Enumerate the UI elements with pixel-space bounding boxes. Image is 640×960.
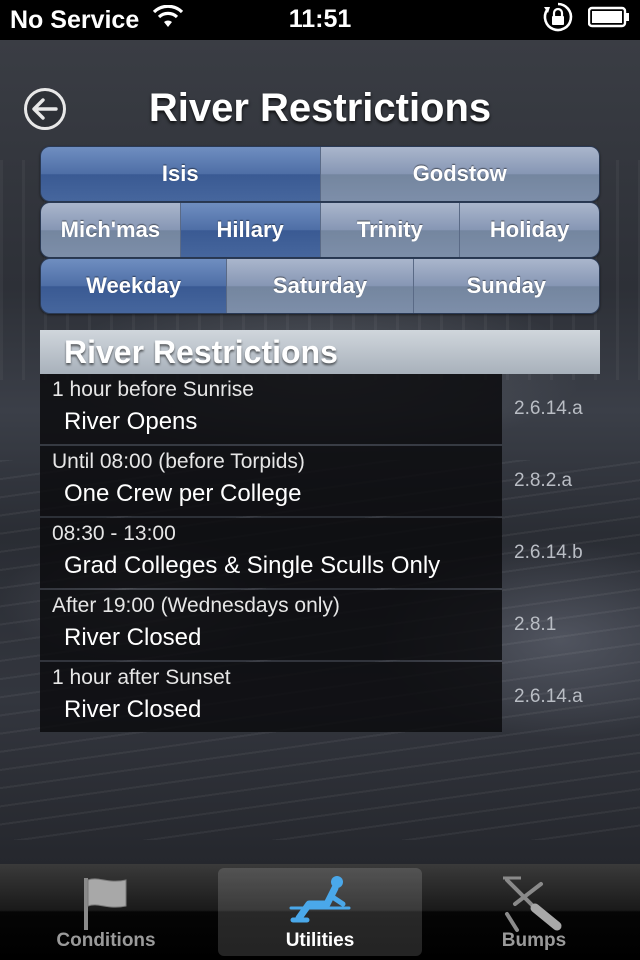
tab-utilities[interactable]: Utilities <box>218 868 422 956</box>
list-item[interactable]: After 19:00 (Wednesdays only) River Clos… <box>40 590 640 662</box>
tab-bar: Conditions Utilities Bumps <box>0 864 640 960</box>
rotation-lock-icon <box>542 1 574 40</box>
term-selector: Mich'mas Hillary Trinity Holiday <box>40 202 600 258</box>
rower-icon <box>287 874 353 935</box>
list-item[interactable]: 08:30 - 13:00 Grad Colleges & Single Scu… <box>40 518 640 590</box>
segment-isis[interactable]: Isis <box>41 147 321 201</box>
list-item[interactable]: 1 hour after Sunset River Closed 2.6.14.… <box>40 662 640 734</box>
restriction-time: 1 hour before Sunrise <box>52 378 254 401</box>
section-title: River Restrictions <box>64 333 338 370</box>
status-bar: No Service 11:51 <box>0 0 640 40</box>
segment-holiday[interactable]: Holiday <box>460 203 599 257</box>
restriction-rule: River Closed <box>64 696 202 723</box>
segment-weekday[interactable]: Weekday <box>41 259 228 313</box>
restriction-rule: River Closed <box>64 624 202 651</box>
restriction-rule: Grad Colleges & Single Sculls Only <box>64 552 441 579</box>
oars-icon <box>501 874 567 939</box>
restriction-time: After 19:00 (Wednesdays only) <box>52 594 340 617</box>
restriction-reference: 2.8.1 <box>514 614 557 635</box>
tab-conditions[interactable]: Conditions <box>4 868 208 956</box>
segment-saturday[interactable]: Saturday <box>227 259 414 313</box>
list-item[interactable]: 1 hour before Sunrise River Opens 2.6.14… <box>40 374 640 446</box>
wifi-icon <box>153 4 184 36</box>
segment-sunday[interactable]: Sunday <box>413 259 599 313</box>
segment-trinity[interactable]: Trinity <box>320 203 461 257</box>
day-selector: Weekday Saturday Sunday <box>40 258 600 314</box>
restriction-reference: 2.8.2.a <box>514 470 573 491</box>
restriction-time: 08:30 - 13:00 <box>52 522 176 545</box>
page-title: River Restrictions <box>148 86 492 130</box>
restriction-reference: 2.6.14.a <box>514 398 583 419</box>
river-selector: Isis Godstow <box>40 146 600 202</box>
restriction-reference: 2.6.14.b <box>514 542 583 563</box>
restrictions-list: 1 hour before Sunrise River Opens 2.6.14… <box>40 374 640 734</box>
restriction-rule: River Opens <box>64 408 198 435</box>
list-item[interactable]: Until 08:00 (before Torpids) One Crew pe… <box>40 446 640 518</box>
tab-bumps[interactable]: Bumps <box>432 868 636 956</box>
segment-godstow[interactable]: Godstow <box>320 147 599 201</box>
restriction-reference: 2.6.14.a <box>514 686 583 707</box>
battery-icon <box>587 6 630 35</box>
flag-icon <box>78 874 134 939</box>
carrier-label: No Service <box>10 5 140 34</box>
restriction-rule: One Crew per College <box>64 480 302 507</box>
segment-michaelmas[interactable]: Mich'mas <box>41 203 181 257</box>
restriction-time: Until 08:00 (before Torpids) <box>52 450 305 473</box>
restriction-time: 1 hour after Sunset <box>52 666 231 689</box>
section-header: River Restrictions <box>40 330 600 374</box>
nav-header: River Restrictions <box>0 80 640 140</box>
segment-hillary[interactable]: Hillary <box>180 203 321 257</box>
